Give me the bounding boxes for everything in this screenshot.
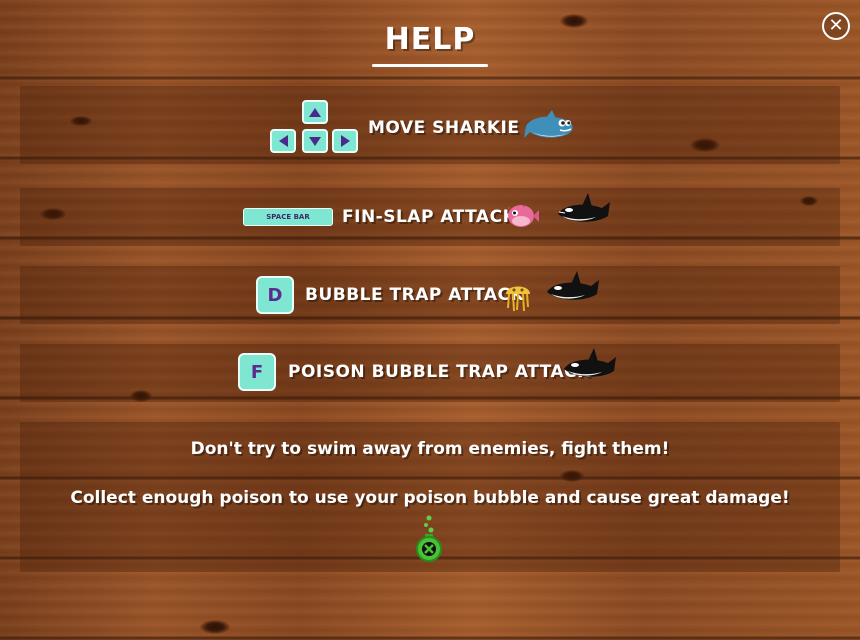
close-button[interactable]: ✕ [822,12,850,40]
killer-whale-icon [558,193,610,222]
bubble-trap-label: BUBBLE TRAP ATTACK [305,285,525,305]
arrow-right-icon [340,135,350,147]
arrow-down-key [302,129,328,153]
d-key: D [256,276,294,314]
poison-bubble-label: POISON BUBBLE TRAP ATTACK [288,362,591,382]
tip-fight: Don't try to swim away from enemies, fig… [190,439,670,459]
jellyfish-icon [506,286,530,312]
page-title: HELP [384,22,476,57]
killer-whale-icon [564,348,616,377]
arrow-up-icon [309,107,321,117]
close-icon: ✕ [828,15,844,36]
arrow-right-key [332,129,358,153]
poison-bottle-icon [416,515,442,562]
arrow-left-key [270,129,296,153]
sharkie-icon [524,110,573,138]
arrow-left-icon [278,135,288,147]
tip-poison: Collect enough poison to use your poison… [70,488,790,508]
arrow-down-icon [309,136,321,146]
space-bar-key: SPACE BAR [243,208,333,226]
arrow-up-key [302,100,328,124]
arrow-keys [270,100,360,156]
killer-whale-icon [547,271,599,300]
fin-slap-label: FIN-SLAP ATTACK [342,207,517,227]
f-key: F [238,353,276,391]
title-underline [372,64,488,67]
move-label: MOVE SHARKIE [368,118,520,138]
pufferfish-icon [508,205,539,227]
